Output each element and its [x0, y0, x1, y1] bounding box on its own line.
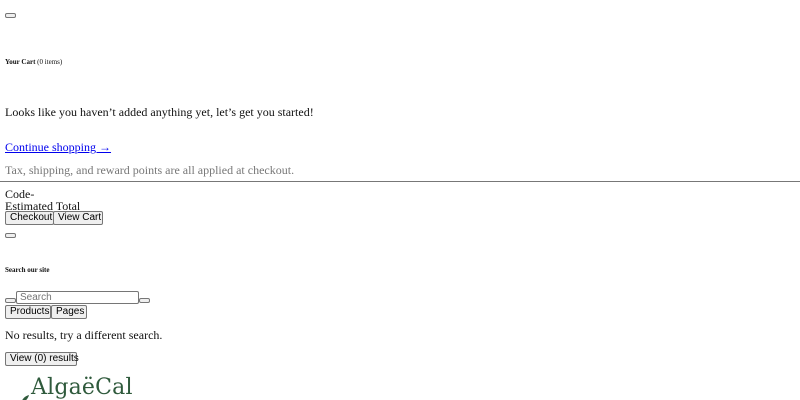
checkout-button[interactable]: Checkout [5, 211, 54, 225]
search-heading: Search our site [5, 266, 50, 274]
cart-divider [0, 181, 800, 182]
search-input[interactable] [16, 291, 139, 304]
cart-heading-title: Your Cart [5, 58, 36, 66]
tab-pages[interactable]: Pages [51, 305, 87, 319]
leaf-icon [20, 391, 30, 400]
search-close-button[interactable] [5, 233, 16, 238]
cart-item-count: (0 items) [37, 58, 63, 66]
continue-shopping-link[interactable]: Continue shopping → [5, 140, 111, 154]
checkout-note: Tax, shipping, and reward points are all… [5, 163, 295, 177]
search-clear-button[interactable] [139, 298, 150, 303]
view-cart-button[interactable]: View Cart [53, 211, 103, 225]
cart-heading: Your Cart (0 items) [5, 58, 62, 66]
cart-empty-message: Looks like you haven’t added anything ye… [5, 105, 314, 119]
tab-products[interactable]: Products [5, 305, 51, 319]
search-submit-button[interactable] [5, 298, 16, 303]
brand-logo-text: AlgaëCal [31, 375, 133, 400]
search-no-results: No results, try a different search. [5, 328, 163, 342]
cart-close-button[interactable] [5, 13, 16, 18]
view-results-button[interactable]: View (0) results [5, 352, 79, 366]
